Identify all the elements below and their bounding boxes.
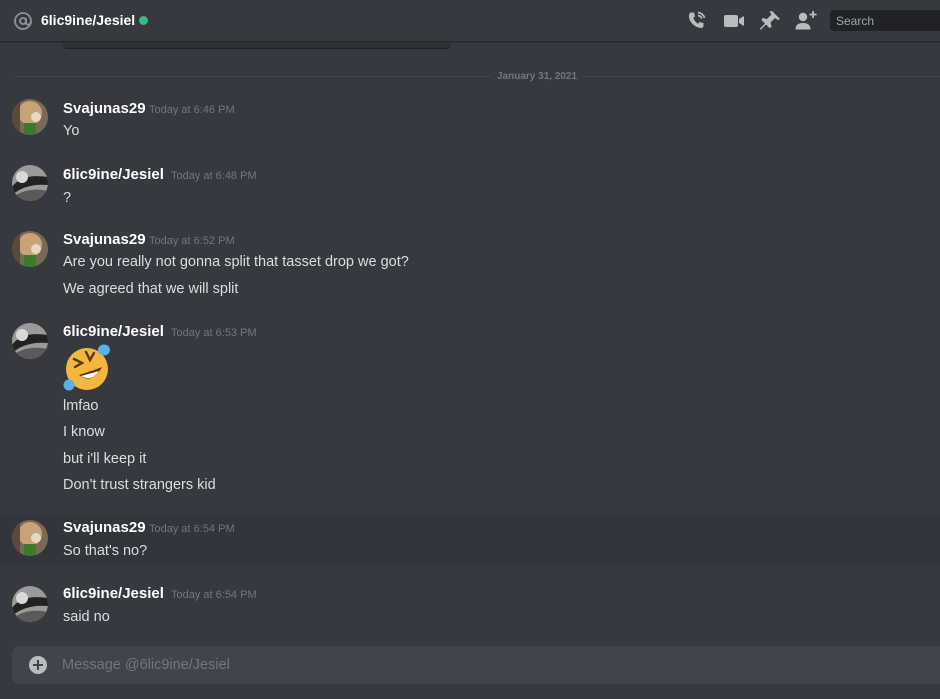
- dm-chat-window: 6lic9ine/Jesiel Search January 31, 2021 …: [0, 0, 940, 699]
- message-group: Svajunas29 Today at 6:54 PM So that's no…: [0, 515, 940, 565]
- avatar[interactable]: [12, 231, 48, 267]
- message-text: I know: [63, 424, 105, 440]
- message-group: Svajunas29 Today at 6:52 PM Are you real…: [0, 226, 940, 306]
- message-text: We agreed that we will split: [63, 281, 239, 297]
- message-timestamp: Today at 6:54 PM: [149, 523, 235, 535]
- message-group: Svajunas29 Today at 6:46 PM Yo: [0, 94, 940, 152]
- message-timestamp: Today at 6:48 PM: [171, 170, 257, 182]
- message-list[interactable]: January 31, 2021 Svajunas29 Today at 6:4…: [0, 42, 940, 642]
- upload-plus-icon[interactable]: [29, 656, 47, 674]
- channel-header: 6lic9ine/Jesiel: [0, 0, 940, 42]
- message-timestamp: Today at 6:54 PM: [171, 589, 257, 601]
- pin-icon[interactable]: [758, 9, 782, 33]
- message-text: but i'll keep it: [63, 451, 147, 467]
- video-call-icon[interactable]: [722, 9, 746, 33]
- message-timestamp: Today at 6:52 PM: [149, 235, 235, 247]
- avatar[interactable]: [12, 99, 48, 135]
- at-icon: [13, 11, 33, 31]
- voice-call-icon[interactable]: [685, 9, 709, 33]
- message-text: Yo: [63, 123, 80, 139]
- previous-embed-edge: [63, 42, 451, 49]
- message-composer: [12, 646, 940, 684]
- message-text: Are you really not gonna split that tass…: [63, 254, 409, 270]
- search-input[interactable]: [836, 13, 936, 29]
- message-author[interactable]: Svajunas29: [63, 100, 146, 118]
- avatar[interactable]: [12, 323, 48, 359]
- message-text: So that's no?: [63, 543, 148, 559]
- avatar[interactable]: [12, 586, 48, 622]
- message-author[interactable]: 6lic9ine/Jesiel: [63, 585, 164, 603]
- online-status-dot: [139, 16, 148, 25]
- message-timestamp: Today at 6:46 PM: [149, 104, 235, 116]
- dm-recipient-name: 6lic9ine/Jesiel: [41, 12, 136, 28]
- message-group: 6lic9ine/Jesiel Today at 6:53 PM lmfao I…: [0, 318, 940, 498]
- message-author[interactable]: Svajunas29: [63, 519, 146, 537]
- message-author[interactable]: Svajunas29: [63, 231, 146, 249]
- message-text: Don't trust strangers kid: [63, 477, 216, 493]
- add-friend-icon[interactable]: [794, 9, 818, 33]
- date-divider: [14, 76, 940, 77]
- date-divider-label: January 31, 2021: [491, 71, 584, 82]
- message-group: 6lic9ine/Jesiel Today at 6:48 PM ?: [0, 160, 940, 218]
- message-timestamp: Today at 6:53 PM: [171, 327, 257, 339]
- message-group: 6lic9ine/Jesiel Today at 6:54 PM said no: [0, 581, 940, 637]
- avatar[interactable]: [12, 520, 48, 556]
- message-input[interactable]: [62, 655, 922, 675]
- message-author[interactable]: 6lic9ine/Jesiel: [63, 166, 164, 184]
- message-text: lmfao: [63, 398, 99, 414]
- search-bar[interactable]: [830, 10, 940, 31]
- message-text: said no: [63, 609, 110, 625]
- avatar[interactable]: [12, 165, 48, 201]
- message-text: ?: [63, 190, 72, 206]
- message-author[interactable]: 6lic9ine/Jesiel: [63, 323, 164, 341]
- rolling-on-floor-laughing-emoji[interactable]: [62, 343, 112, 393]
